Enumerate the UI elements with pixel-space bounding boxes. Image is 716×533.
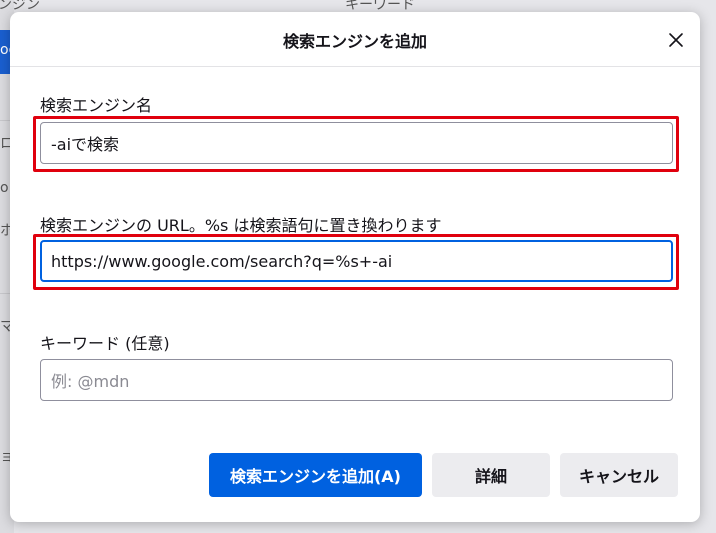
keyword-input[interactable]: 例: @mdn [40,359,673,401]
keyword-placeholder: 例: @mdn [51,372,130,391]
close-icon [669,33,683,47]
background-fragment: o [0,180,9,196]
dialog-title: 検索エンジンを追加 [282,32,427,51]
cancel-button[interactable]: キャンセル [560,453,678,497]
dialog-header: 検索エンジンを追加 [10,12,700,67]
engine-url-label: 検索エンジンの URL。%s は検索語句に置き換わります [40,216,442,235]
close-button[interactable] [660,24,692,56]
engine-name-label: 検索エンジン名 [40,96,153,115]
engine-name-value: -aiで検索 [51,135,120,154]
add-search-engine-button[interactable]: 検索エンジンを追加(A) [209,453,422,497]
engine-name-input[interactable]: -aiで検索 [40,122,673,164]
details-button[interactable]: 詳細 [432,453,550,497]
engine-url-value: https://www.google.com/search?q=%s+-ai [51,251,393,271]
engine-url-input[interactable]: https://www.google.com/search?q=%s+-ai [40,240,673,282]
add-search-engine-dialog: 検索エンジンを追加 検索エンジン名 -aiで検索 検索エンジンの URL。%s … [10,12,700,522]
keyword-label: キーワード (任意) [40,334,170,353]
